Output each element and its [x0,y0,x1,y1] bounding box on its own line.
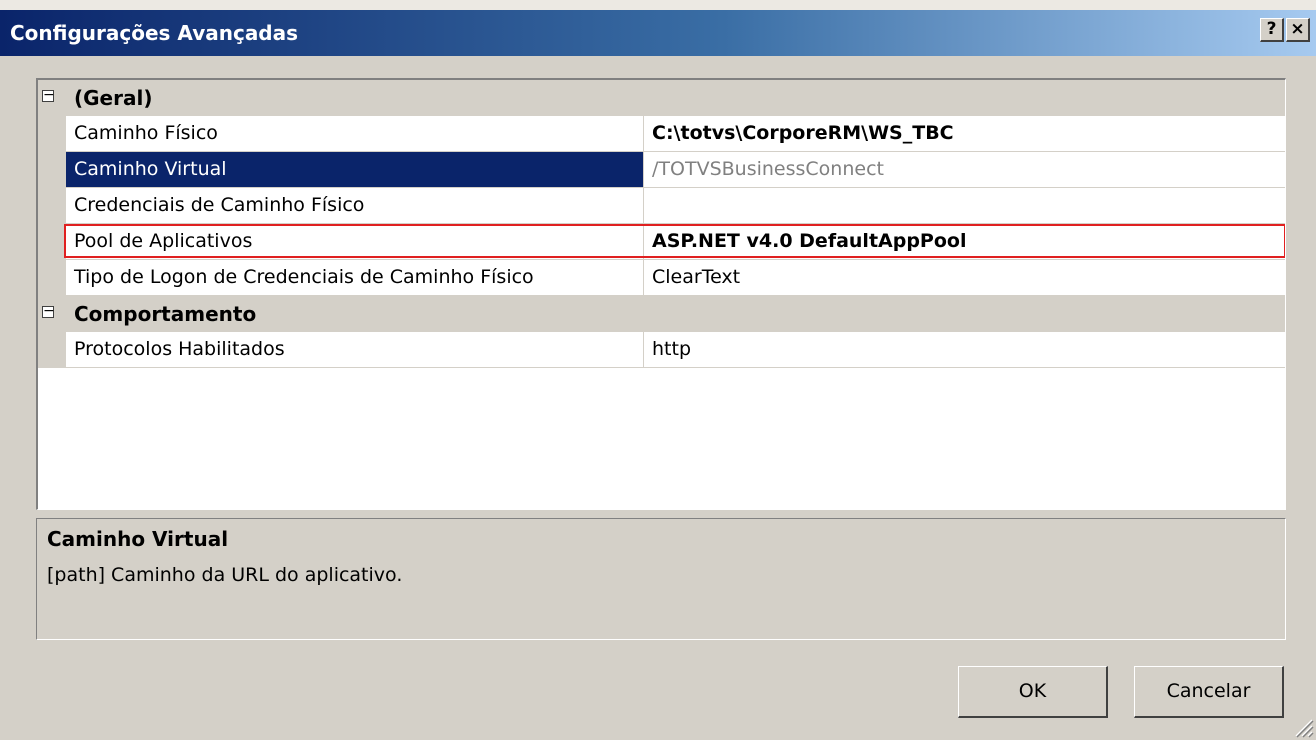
property-value[interactable]: /TOTVSBusinessConnect [644,152,1285,188]
cancel-button[interactable]: Cancelar [1134,666,1284,718]
property-row-tipo-logon[interactable]: Tipo de Logon de Credenciais de Caminho … [38,260,1285,296]
property-value[interactable]: ASP.NET v4.0 DefaultAppPool [644,224,1285,260]
property-name[interactable]: Tipo de Logon de Credenciais de Caminho … [66,260,644,296]
property-row-protocolos[interactable]: Protocolos Habilitados http [38,332,1285,368]
property-name[interactable]: Credenciais de Caminho Físico [66,188,644,224]
resize-grip-icon[interactable] [1292,716,1314,738]
title-bar[interactable]: Configurações Avançadas ? × [0,10,1316,56]
property-row-caminho-fisico[interactable]: Caminho Físico C:\totvs\CorporeRM\WS_TBC [38,116,1285,152]
window-title: Configurações Avançadas [10,21,299,45]
property-row-credenciais[interactable]: Credenciais de Caminho Físico [38,188,1285,224]
property-name[interactable]: Pool de Aplicativos [66,224,644,260]
row-margin [38,188,66,224]
help-button[interactable]: ? [1260,18,1284,42]
property-grid[interactable]: − (Geral) Caminho Físico C:\totvs\Corpor… [36,78,1286,510]
row-margin [38,260,66,296]
collapse-icon[interactable]: − [42,304,55,318]
property-row-pool-aplicativos[interactable]: Pool de Aplicativos ASP.NET v4.0 Default… [38,224,1285,260]
description-panel: Caminho Virtual [path] Caminho da URL do… [36,518,1286,640]
category-geral[interactable]: − (Geral) [38,80,1285,116]
row-margin [38,224,66,260]
category-comportamento[interactable]: − Comportamento [38,296,1285,332]
row-margin [38,116,66,152]
row-margin [38,152,66,188]
property-value[interactable]: http [644,332,1285,368]
description-title: Caminho Virtual [47,527,229,551]
property-name[interactable]: Protocolos Habilitados [66,332,644,368]
collapse-icon[interactable]: − [42,88,55,102]
category-label: Comportamento [74,302,257,326]
description-text: [path] Caminho da URL do aplicativo. [47,564,403,586]
property-name[interactable]: Caminho Virtual [66,152,644,188]
property-value[interactable]: ClearText [644,260,1285,296]
category-label: (Geral) [74,86,153,110]
ok-button[interactable]: OK [958,666,1108,718]
close-button[interactable]: × [1286,18,1310,42]
background-strip [0,0,1316,10]
property-value[interactable] [644,188,1285,224]
property-name[interactable]: Caminho Físico [66,116,644,152]
row-margin [38,332,66,368]
property-row-caminho-virtual[interactable]: Caminho Virtual /TOTVSBusinessConnect [38,152,1285,188]
property-value[interactable]: C:\totvs\CorporeRM\WS_TBC [644,116,1285,152]
